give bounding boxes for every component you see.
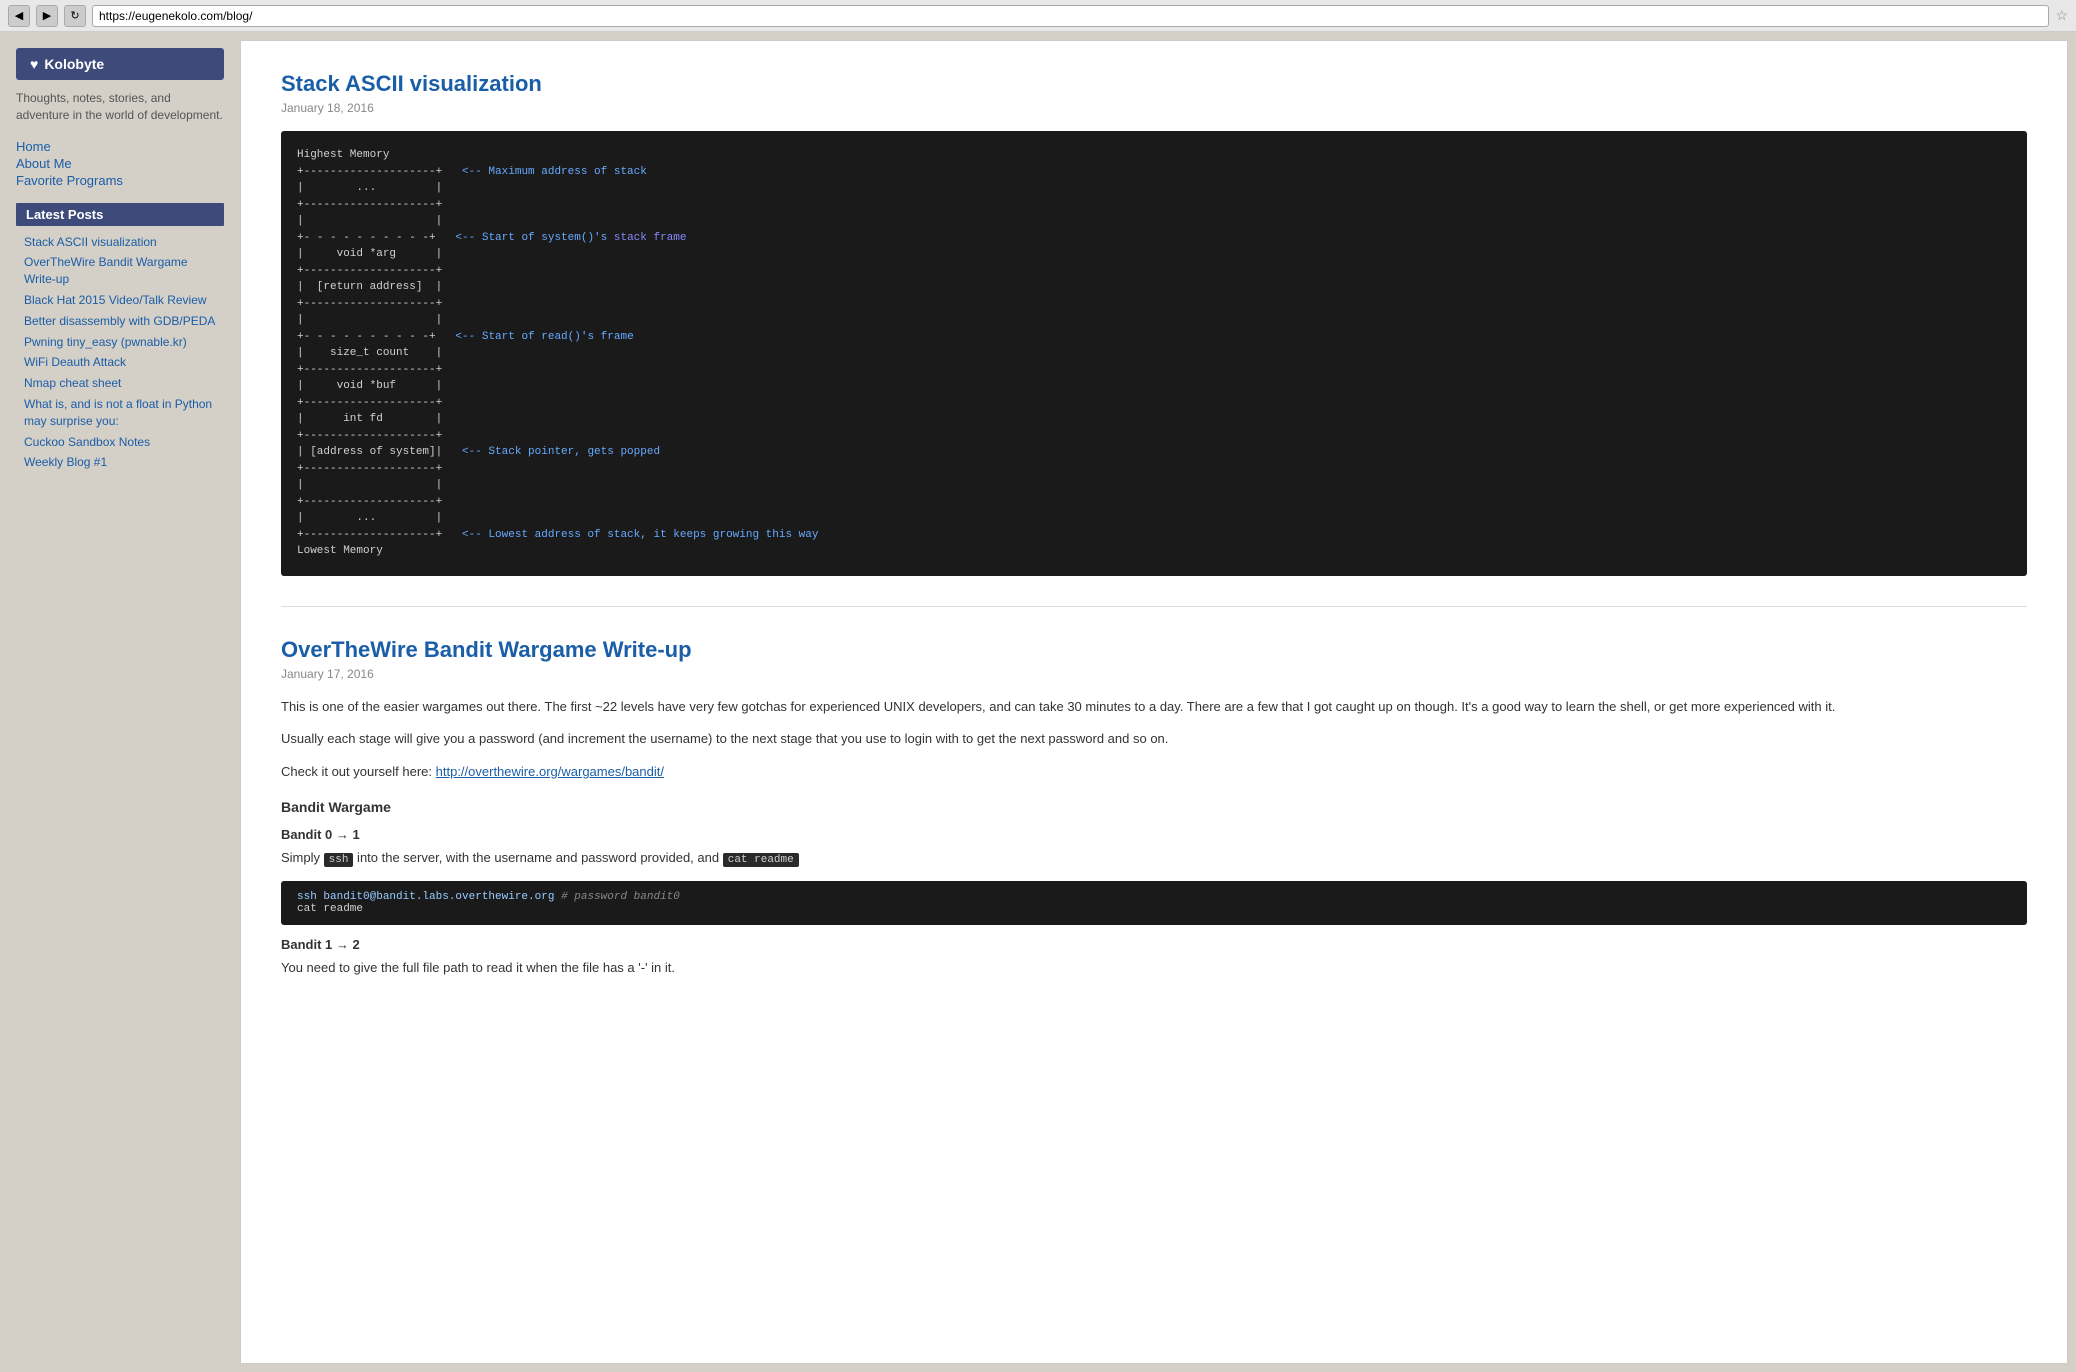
sidebar-post-link[interactable]: Pwning tiny_easy (pwnable.kr) — [16, 332, 224, 353]
sidebar-posts-list: Stack ASCII visualizationOverTheWire Ban… — [16, 232, 224, 474]
post1-title: Stack ASCII visualization — [281, 71, 2027, 97]
bandit01-text-prefix: Simply — [281, 850, 324, 865]
address-bar[interactable] — [92, 5, 2049, 27]
bookmark-icon[interactable]: ☆ — [2055, 7, 2068, 24]
sidebar-post-link[interactable]: Cuckoo Sandbox Notes — [16, 432, 224, 453]
sidebar-post-link[interactable]: Weekly Blog #1 — [16, 452, 224, 473]
sidebar-post-link[interactable]: What is, and is not a float in Python ma… — [16, 394, 224, 432]
post-stack-ascii: Stack ASCII visualization January 18, 20… — [281, 71, 2027, 576]
main-nav: Home About Me Favorite Programs — [16, 138, 224, 189]
sidebar-post-link[interactable]: Nmap cheat sheet — [16, 373, 224, 394]
browser-toolbar: ◀ ▶ ↻ ☆ — [0, 0, 2076, 32]
post1-date: January 18, 2016 — [281, 101, 2027, 115]
sidebar-post-link[interactable]: Stack ASCII visualization — [16, 232, 224, 253]
bandit01-inline-code2: cat readme — [723, 853, 799, 867]
main-content: Stack ASCII visualization January 18, 20… — [240, 40, 2068, 1364]
post2-title: OverTheWire Bandit Wargame Write-up — [281, 637, 2027, 663]
logo-text: Kolobyte — [44, 56, 104, 72]
bandit01-heading: Bandit 0 → 1 — [281, 827, 2027, 842]
nav-home[interactable]: Home — [16, 138, 224, 155]
post2-date: January 17, 2016 — [281, 667, 2027, 681]
overthewire-link[interactable]: http://overthewire.org/wargames/bandit/ — [436, 764, 664, 779]
page-layout: ♥ Kolobyte Thoughts, notes, stories, and… — [0, 32, 2076, 1372]
bandit01-body: Simply ssh into the server, with the use… — [281, 848, 2027, 870]
bandit12-heading: Bandit 1 → 2 — [281, 937, 2027, 952]
forward-button[interactable]: ▶ — [36, 5, 58, 27]
sidebar-post-link[interactable]: WiFi Deauth Attack — [16, 352, 224, 373]
post-separator — [281, 606, 2027, 607]
sidebar-post-link[interactable]: OverTheWire Bandit Wargame Write-up — [16, 252, 224, 290]
back-button[interactable]: ◀ — [8, 5, 30, 27]
bandit01-code-block: ssh bandit0@bandit.labs.overthewire.org … — [281, 881, 2027, 925]
post1-code-block: Highest Memory +--------------------+ <-… — [281, 131, 2027, 576]
bandit12-body: You need to give the full file path to r… — [281, 958, 2027, 979]
sidebar-post-link[interactable]: Better disassembly with GDB/PEDA — [16, 311, 224, 332]
bandit01-inline-code1: ssh — [324, 853, 354, 867]
heart-icon: ♥ — [30, 56, 38, 72]
sidebar-post-link[interactable]: Black Hat 2015 Video/Talk Review — [16, 290, 224, 311]
latest-posts-label: Latest Posts — [16, 203, 224, 226]
sidebar: ♥ Kolobyte Thoughts, notes, stories, and… — [0, 32, 240, 1372]
post-overthewire: OverTheWire Bandit Wargame Write-up Janu… — [281, 637, 2027, 980]
site-logo[interactable]: ♥ Kolobyte — [16, 48, 224, 80]
post2-intro1: This is one of the easier wargames out t… — [281, 697, 2027, 718]
post2-check-link-line: Check it out yourself here: http://overt… — [281, 762, 2027, 783]
site-tagline: Thoughts, notes, stories, and adventure … — [16, 90, 224, 124]
refresh-button[interactable]: ↻ — [64, 5, 86, 27]
check-text: Check it out yourself here: — [281, 764, 436, 779]
post2-intro2: Usually each stage will give you a passw… — [281, 729, 2027, 750]
bandit-wargame-heading: Bandit Wargame — [281, 799, 2027, 815]
bandit01-text-mid: into the server, with the username and p… — [353, 850, 722, 865]
nav-about[interactable]: About Me — [16, 155, 224, 172]
nav-favorite[interactable]: Favorite Programs — [16, 172, 224, 189]
